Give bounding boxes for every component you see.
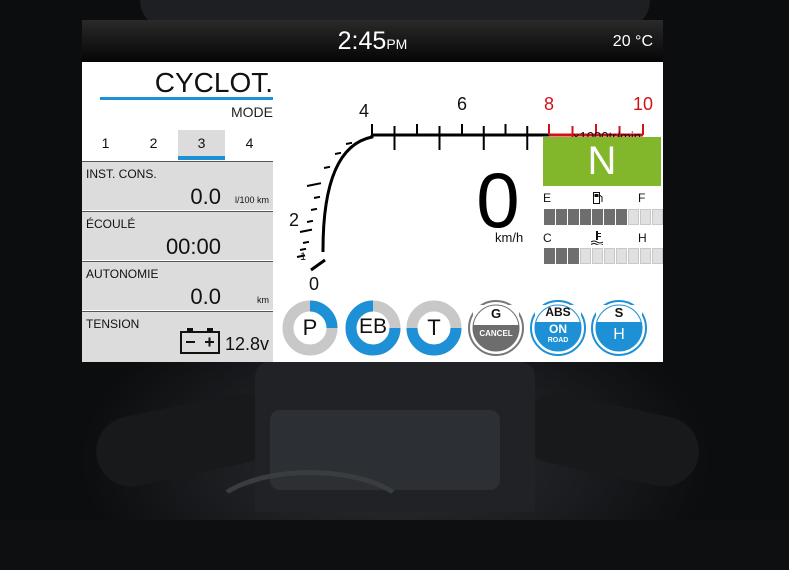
- gauge-segment: [556, 209, 567, 225]
- tachometer-label: 8: [544, 94, 554, 114]
- gauge-segment: [580, 209, 591, 225]
- gauge-segment: [652, 248, 663, 264]
- abs-label: ABS: [545, 305, 571, 319]
- gauge-segment: [652, 209, 663, 225]
- tachometer-tick: [334, 151, 342, 155]
- battery-icon: [180, 328, 220, 359]
- suspension-button[interactable]: S H: [590, 299, 648, 357]
- tachometer: 01246810 x1000tr/min: [289, 94, 653, 294]
- clock-ampm: PM: [386, 36, 408, 52]
- g-cancel-button[interactable]: G CANCEL: [467, 299, 525, 357]
- suspension-label: S: [614, 305, 624, 320]
- ambient-temperature: 20 °C: [612, 33, 653, 50]
- voltage-label: TENSION: [86, 317, 140, 331]
- tachometer-tick: [345, 141, 353, 145]
- tachometer-label: 6: [457, 94, 467, 114]
- gauge-segment: [604, 248, 615, 264]
- inst-cons-unit: l/100 km: [234, 195, 269, 205]
- gauge-segment: [556, 248, 567, 264]
- tab-4[interactable]: 4: [226, 130, 273, 160]
- range-unit: km: [257, 295, 269, 305]
- ride-mode-label: MODE: [231, 104, 273, 120]
- inst-cons-value: 0.0: [190, 184, 221, 209]
- gauge-segment: [640, 209, 651, 225]
- suspension-setting: H: [613, 326, 625, 343]
- tachometer-arc-end: [310, 258, 326, 272]
- tachometer-tick: [310, 207, 318, 211]
- g-cancel-label: G: [490, 306, 502, 321]
- fuel-gauge: [544, 209, 663, 225]
- gauge-segment: [580, 248, 591, 264]
- instrument-display: 2:45PM 20 °C CYCLOT. MODE 1 2 3 4 INST. …: [82, 20, 663, 362]
- inst-cons-panel: INST. CONS. 0.0 l/100 km: [82, 161, 273, 210]
- gauge-segment: [568, 209, 579, 225]
- traction-button[interactable]: T: [405, 299, 463, 357]
- tachometer-tick: [302, 240, 310, 244]
- elapsed-label: ÉCOULÉ: [86, 217, 136, 231]
- gauge-segment: [604, 209, 615, 225]
- abs-sublabel: ROAD: [547, 337, 569, 344]
- elapsed-panel: ÉCOULÉ 00:00: [82, 211, 273, 260]
- coolant-temp-icon: [590, 231, 604, 246]
- tab-3[interactable]: 3: [178, 130, 225, 160]
- speed-unit: km/h: [495, 230, 524, 245]
- ride-mode-name: CYCLOT.: [154, 67, 273, 98]
- status-bar: 2:45PM 20 °C: [82, 20, 663, 62]
- gauge-segment: [616, 248, 627, 264]
- coolant-gauge: [544, 248, 663, 264]
- range-label: AUTONOMIE: [86, 267, 159, 281]
- fuel-full-label: F: [638, 191, 646, 205]
- gauge-segment: [628, 209, 639, 225]
- gauge-segment: [592, 248, 603, 264]
- abs-status: ON: [549, 322, 567, 336]
- tachometer-arc: [321, 135, 374, 252]
- elapsed-value: 00:00: [165, 234, 221, 259]
- tachometer-label: 1: [300, 251, 306, 263]
- fuel-pump-icon: [593, 191, 604, 204]
- gauge-segment: [544, 248, 555, 264]
- tachometer-label: 4: [359, 101, 369, 121]
- voltage-panel: TENSION 12.8v: [82, 311, 273, 362]
- tab-1[interactable]: 1: [82, 130, 129, 160]
- tachometer-tick: [299, 247, 307, 251]
- gauge-segment: [628, 248, 639, 264]
- tachometer-tick: [323, 165, 331, 169]
- power-mode-label: P: [302, 315, 318, 340]
- fuel-empty-label: E: [543, 191, 552, 205]
- tachometer-label: 0: [309, 274, 319, 294]
- gauge-segment: [568, 248, 579, 264]
- gauge-segment: [592, 209, 603, 225]
- coolant-cold-label: C: [543, 231, 552, 245]
- abs-button[interactable]: ABS ON ROAD: [529, 299, 587, 357]
- coolant-hot-label: H: [638, 231, 647, 245]
- gear-indicator: N: [543, 137, 661, 186]
- ride-mode-underline: [100, 97, 273, 100]
- traction-label: T: [427, 315, 441, 340]
- tachometer-tick: [306, 182, 322, 187]
- trip-tabs: 1 2 3 4: [82, 130, 273, 160]
- clock-time: 2:45: [337, 27, 387, 55]
- engine-brake-label: EB: [358, 315, 387, 338]
- tab-2[interactable]: 2: [130, 130, 177, 160]
- range-value: 0.0: [190, 284, 221, 309]
- background-cable: [205, 470, 415, 570]
- left-info-panel: CYCLOT. MODE 1 2 3 4 INST. CONS. 0.0 l/1…: [82, 62, 273, 362]
- gauge-segment: [544, 209, 555, 225]
- tachometer-tick: [299, 228, 313, 233]
- voltage-value: 12.8v: [224, 334, 269, 354]
- tachometer-label: 10: [633, 94, 653, 114]
- gauge-segment: [640, 248, 651, 264]
- engine-brake-button[interactable]: EB: [344, 299, 402, 357]
- tachometer-tick: [313, 195, 321, 199]
- gauge-segment: [616, 209, 627, 225]
- tachometer-tick: [306, 219, 314, 223]
- clock: 2:45PM: [82, 27, 663, 56]
- power-mode-button[interactable]: P: [281, 299, 339, 357]
- inst-cons-label: INST. CONS.: [86, 167, 157, 181]
- range-panel: AUTONOMIE 0.0 km: [82, 261, 273, 310]
- tachometer-label: 2: [289, 210, 299, 230]
- g-cancel-sublabel: CANCEL: [479, 329, 513, 338]
